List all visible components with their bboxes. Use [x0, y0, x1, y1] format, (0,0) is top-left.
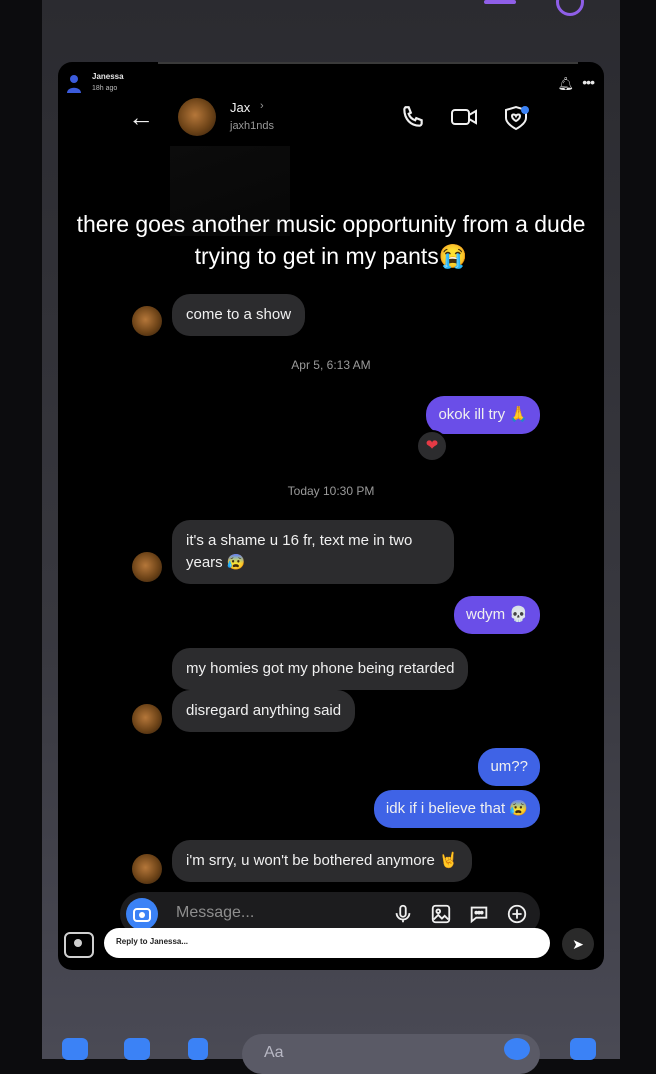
message-bubble[interactable]: i'm srry, u won't be bothered anymore 🤘 — [172, 840, 472, 882]
camera-icon[interactable] — [62, 1038, 88, 1060]
messenger-placeholder: Aa — [264, 1044, 284, 1061]
story-header: Janessa 18h ago 🔔︎ ••• — [66, 68, 596, 98]
sticker-icon[interactable] — [468, 903, 490, 925]
person-icon — [67, 75, 81, 93]
more-icon[interactable]: ••• — [582, 74, 595, 90]
microphone-icon[interactable] — [188, 1038, 208, 1060]
video-camera-icon[interactable] — [450, 104, 478, 130]
image-icon[interactable] — [124, 1038, 150, 1060]
reply-input[interactable]: Reply to Janessa... — [104, 928, 550, 958]
story-caption: there goes another music opportunity fro… — [76, 211, 586, 269]
phone-icon[interactable] — [400, 104, 426, 130]
contact-handle: jaxh1nds — [230, 120, 275, 132]
contact-name[interactable]: Jax — [230, 100, 250, 115]
gallery-icon[interactable] — [430, 903, 452, 925]
microphone-icon[interactable] — [392, 903, 414, 925]
thumbs-up-icon[interactable] — [570, 1038, 596, 1060]
message-timestamp: Apr 5, 6:13 AM — [291, 358, 371, 372]
sender-avatar[interactable] — [132, 552, 162, 582]
sender-avatar[interactable] — [132, 306, 162, 336]
poster-time: 18h ago — [92, 85, 118, 92]
emoji-icon[interactable] — [504, 1038, 530, 1060]
message-bubble[interactable]: disregard anything said — [172, 690, 356, 732]
back-arrow-icon[interactable]: ← — [128, 102, 154, 133]
message-bubble[interactable]: idk if i believe that 😰 — [373, 790, 540, 828]
heart-reaction-icon[interactable]: ❤ — [416, 430, 448, 462]
chevron-right-icon: › — [260, 100, 264, 112]
message-timestamp: Today 10:30 PM — [287, 484, 375, 498]
message-bubble[interactable]: wdym 💀 — [453, 596, 540, 634]
chat-header: ← Jax › jaxh1nds — [58, 98, 604, 148]
contact-avatar[interactable] — [178, 98, 216, 136]
story-progress-bar — [158, 62, 578, 64]
message-input[interactable]: Message... — [176, 904, 254, 922]
camera-icon[interactable] — [64, 932, 94, 958]
bell-icon[interactable]: 🔔︎ — [557, 76, 574, 92]
message-bubble[interactable]: come to a show — [172, 294, 306, 336]
send-icon[interactable]: ➤ — [562, 928, 594, 960]
message-bubble[interactable]: it's a shame u 16 fr, text me in two yea… — [172, 520, 454, 584]
heart-shield-icon[interactable] — [502, 104, 530, 132]
top-bar-indicator — [484, 0, 516, 4]
messenger-bottom-bar: Aa — [42, 1030, 620, 1074]
poster-name[interactable]: Janessa — [92, 72, 124, 81]
composer-icons — [392, 903, 528, 925]
story-reply-row: Reply to Janessa... ➤ — [58, 924, 598, 964]
sender-avatar[interactable] — [132, 704, 162, 734]
sender-avatar[interactable] — [132, 854, 162, 884]
message-bubble[interactable]: um?? — [478, 748, 540, 786]
story-card: Janessa 18h ago 🔔︎ ••• ← Jax › jaxh1nds … — [58, 62, 604, 970]
message-bubble[interactable]: my homies got my phone being retarded — [172, 648, 469, 690]
reply-placeholder: Reply to Janessa... — [116, 937, 189, 946]
messenger-input[interactable]: Aa — [242, 1034, 540, 1074]
message-bubble[interactable]: okok ill try 🙏 — [426, 396, 540, 434]
add-circle-icon[interactable] — [506, 903, 528, 925]
